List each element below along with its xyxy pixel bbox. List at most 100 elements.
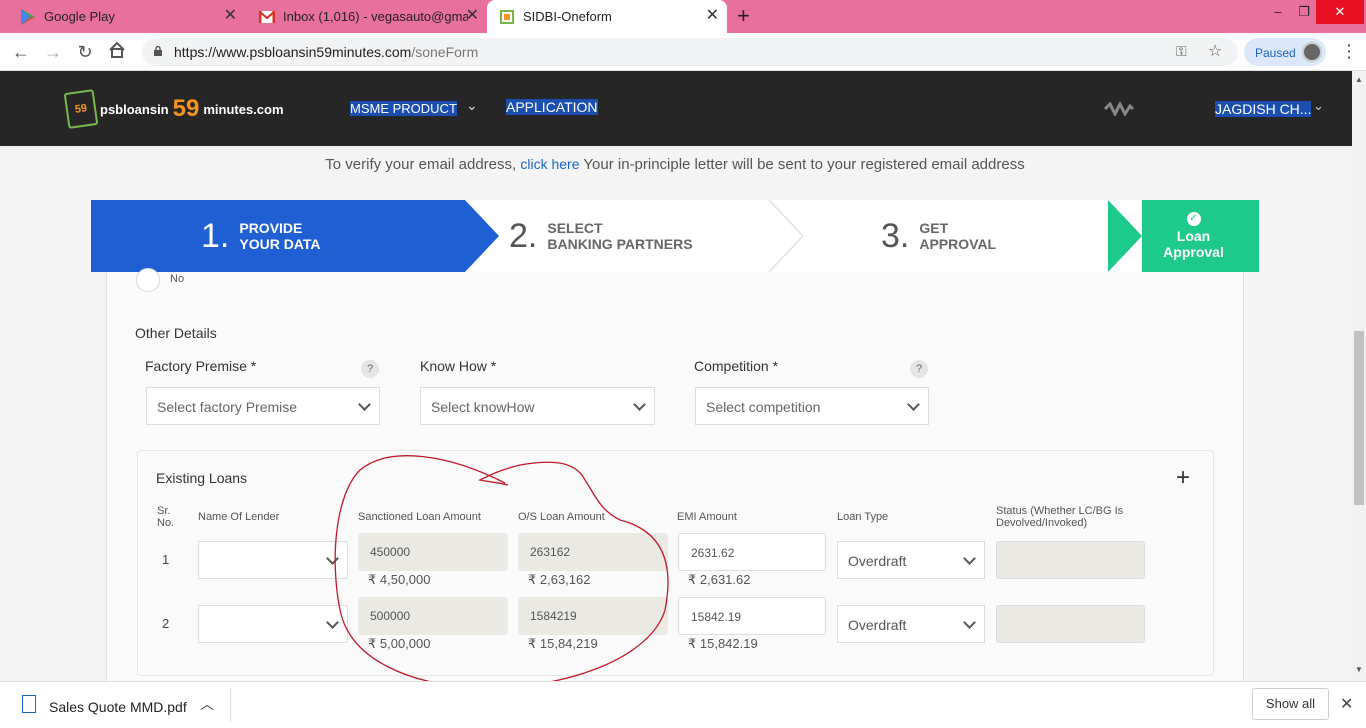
- step-notch: [1108, 200, 1142, 272]
- step-provide-data: 1. PROVIDE YOUR DATA: [91, 200, 465, 272]
- chevron-down-icon[interactable]: ⌄: [466, 97, 478, 114]
- know-how-select[interactable]: Select knowHow: [420, 387, 655, 425]
- verify-email-message: To verify your email address, click here…: [0, 156, 1350, 173]
- scroll-up-icon[interactable]: ▲: [1355, 75, 1363, 84]
- minimize-icon[interactable]: –: [1266, 2, 1290, 22]
- factory-premise-select[interactable]: Select factory Premise: [146, 387, 380, 425]
- nav-application[interactable]: APPLICATION: [506, 99, 598, 115]
- chevron-down-icon: [963, 552, 976, 565]
- select-placeholder: Select knowHow: [431, 399, 535, 415]
- download-file-name[interactable]: Sales Quote MMD.pdf: [49, 699, 187, 715]
- window-close-icon[interactable]: ✕: [1316, 0, 1364, 24]
- nav-msme-product[interactable]: MSME PRODUCT: [350, 101, 457, 116]
- paused-label: Paused: [1255, 46, 1296, 60]
- loan-type-select[interactable]: Overdraft: [837, 605, 985, 643]
- new-tab-button[interactable]: +: [737, 4, 750, 28]
- add-loan-icon[interactable]: +: [1176, 466, 1190, 490]
- step-number: 2.: [509, 216, 538, 255]
- emi-input[interactable]: 15842.19: [678, 597, 826, 635]
- step-label: SELECT BANKING PARTNERS: [547, 220, 693, 252]
- check-circle-icon: ✓: [1186, 212, 1201, 226]
- competition-label: Competition *: [694, 358, 779, 374]
- tab-gmail[interactable]: Inbox (1,016) - vegasauto@gmai ✕: [245, 0, 487, 33]
- chevron-down-icon: [963, 616, 976, 629]
- chevron-down-icon: [907, 398, 920, 411]
- avatar: [1302, 42, 1322, 62]
- know-how-label: Know How *: [420, 358, 497, 374]
- help-icon[interactable]: ?: [910, 360, 928, 378]
- downloads-bar: Sales Quote MMD.pdf ︿ Show all ✕: [0, 681, 1366, 728]
- key-icon[interactable]: ⚿: [1176, 43, 1187, 60]
- back-icon[interactable]: ←: [10, 41, 32, 63]
- col-lender: Name Of Lender: [198, 511, 280, 523]
- step-label: Approval: [1163, 244, 1224, 260]
- page-scrollbar[interactable]: ▲ ▼: [1352, 71, 1366, 680]
- step-number: 1.: [201, 216, 230, 255]
- col-loan-type: Loan Type: [837, 511, 889, 523]
- verify-text: To verify your email address,: [325, 156, 521, 173]
- status-field: [996, 541, 1145, 579]
- no-radio[interactable]: [136, 268, 160, 292]
- tab-google-play[interactable]: Google Play ✕: [0, 0, 245, 33]
- scroll-down-icon[interactable]: ▼: [1355, 665, 1363, 674]
- logo-text-59: 59: [172, 95, 200, 122]
- chevron-down-icon: [633, 398, 646, 411]
- red-circle-annotation: [334, 455, 669, 689]
- status-field: [996, 605, 1145, 643]
- step-get-approval: 3. GET APPROVAL: [881, 200, 996, 272]
- step-label: PROVIDE YOUR DATA: [239, 220, 321, 252]
- gmail-icon: [259, 9, 275, 25]
- no-radio-label: No: [170, 273, 185, 285]
- tab-title: Inbox (1,016) - vegasauto@gmai: [283, 9, 468, 24]
- emi-formatted: ₹ 2,631.62: [688, 572, 751, 587]
- click-here-link[interactable]: click here: [520, 156, 579, 172]
- address-bar: ← → ↻ https://www.psbloansin59minutes.co…: [0, 33, 1366, 71]
- step-divider: [768, 200, 805, 272]
- select-placeholder: Select competition: [706, 399, 821, 415]
- activity-wave-icon[interactable]: [1104, 102, 1134, 116]
- browser-menu-icon[interactable]: ⋮: [1340, 41, 1358, 62]
- close-icon[interactable]: ✕: [1340, 694, 1353, 714]
- other-details-heading: Other Details: [135, 325, 217, 341]
- divider: [230, 688, 231, 722]
- close-tab-icon[interactable]: ✕: [224, 8, 237, 24]
- url-input[interactable]: https://www.psbloansin59minutes.com/sone…: [142, 38, 1238, 66]
- star-icon[interactable]: ☆: [1208, 41, 1222, 61]
- competition-select[interactable]: Select competition: [695, 387, 929, 425]
- chevron-up-icon[interactable]: ︿: [200, 694, 214, 714]
- tab-sidbi-oneform[interactable]: SIDBI-Oneform ✕: [487, 0, 727, 33]
- scroll-thumb[interactable]: [1354, 331, 1364, 505]
- loan-type-select[interactable]: Overdraft: [837, 541, 985, 579]
- site-header: 59 psbloansin 59 minutes.com MSME PRODUC…: [0, 71, 1352, 146]
- profile-paused-button[interactable]: Paused: [1244, 38, 1326, 66]
- col-emi: EMI Amount: [677, 511, 737, 523]
- factory-premise-label: Factory Premise *: [145, 358, 257, 374]
- lender-select[interactable]: [198, 605, 348, 643]
- logo-badge: 59: [63, 89, 99, 129]
- show-all-button[interactable]: Show all: [1252, 688, 1329, 720]
- close-tab-icon[interactable]: ✕: [466, 8, 479, 24]
- logo-text-b: minutes.com: [203, 101, 284, 117]
- help-icon[interactable]: ?: [361, 360, 379, 378]
- pdf-file-icon: [22, 695, 36, 713]
- restore-icon[interactable]: ❐: [1292, 2, 1316, 22]
- step-arrow: [465, 200, 499, 272]
- emi-input[interactable]: 2631.62: [678, 533, 826, 571]
- row-sr: 2: [162, 616, 170, 631]
- close-tab-icon[interactable]: ✕: [706, 8, 719, 24]
- row-sr: 1: [162, 552, 170, 567]
- google-play-icon: [20, 8, 36, 25]
- reload-icon[interactable]: ↻: [74, 41, 96, 63]
- tab-title: Google Play: [44, 9, 115, 24]
- chevron-down-icon: [358, 398, 371, 411]
- loan-type-value: Overdraft: [848, 553, 907, 569]
- lender-select[interactable]: [198, 541, 348, 579]
- user-menu[interactable]: JAGDISH CH...: [1215, 101, 1312, 117]
- home-icon[interactable]: [106, 41, 128, 63]
- loan-type-value: Overdraft: [848, 617, 907, 633]
- forward-icon[interactable]: →: [42, 41, 64, 63]
- site-logo[interactable]: 59 psbloansin 59 minutes.com: [63, 89, 284, 129]
- verify-text-after: Your in-principle letter will be sent to…: [579, 156, 1025, 173]
- existing-loans-heading: Existing Loans: [156, 470, 248, 486]
- chevron-down-icon[interactable]: ⌄: [1313, 98, 1324, 114]
